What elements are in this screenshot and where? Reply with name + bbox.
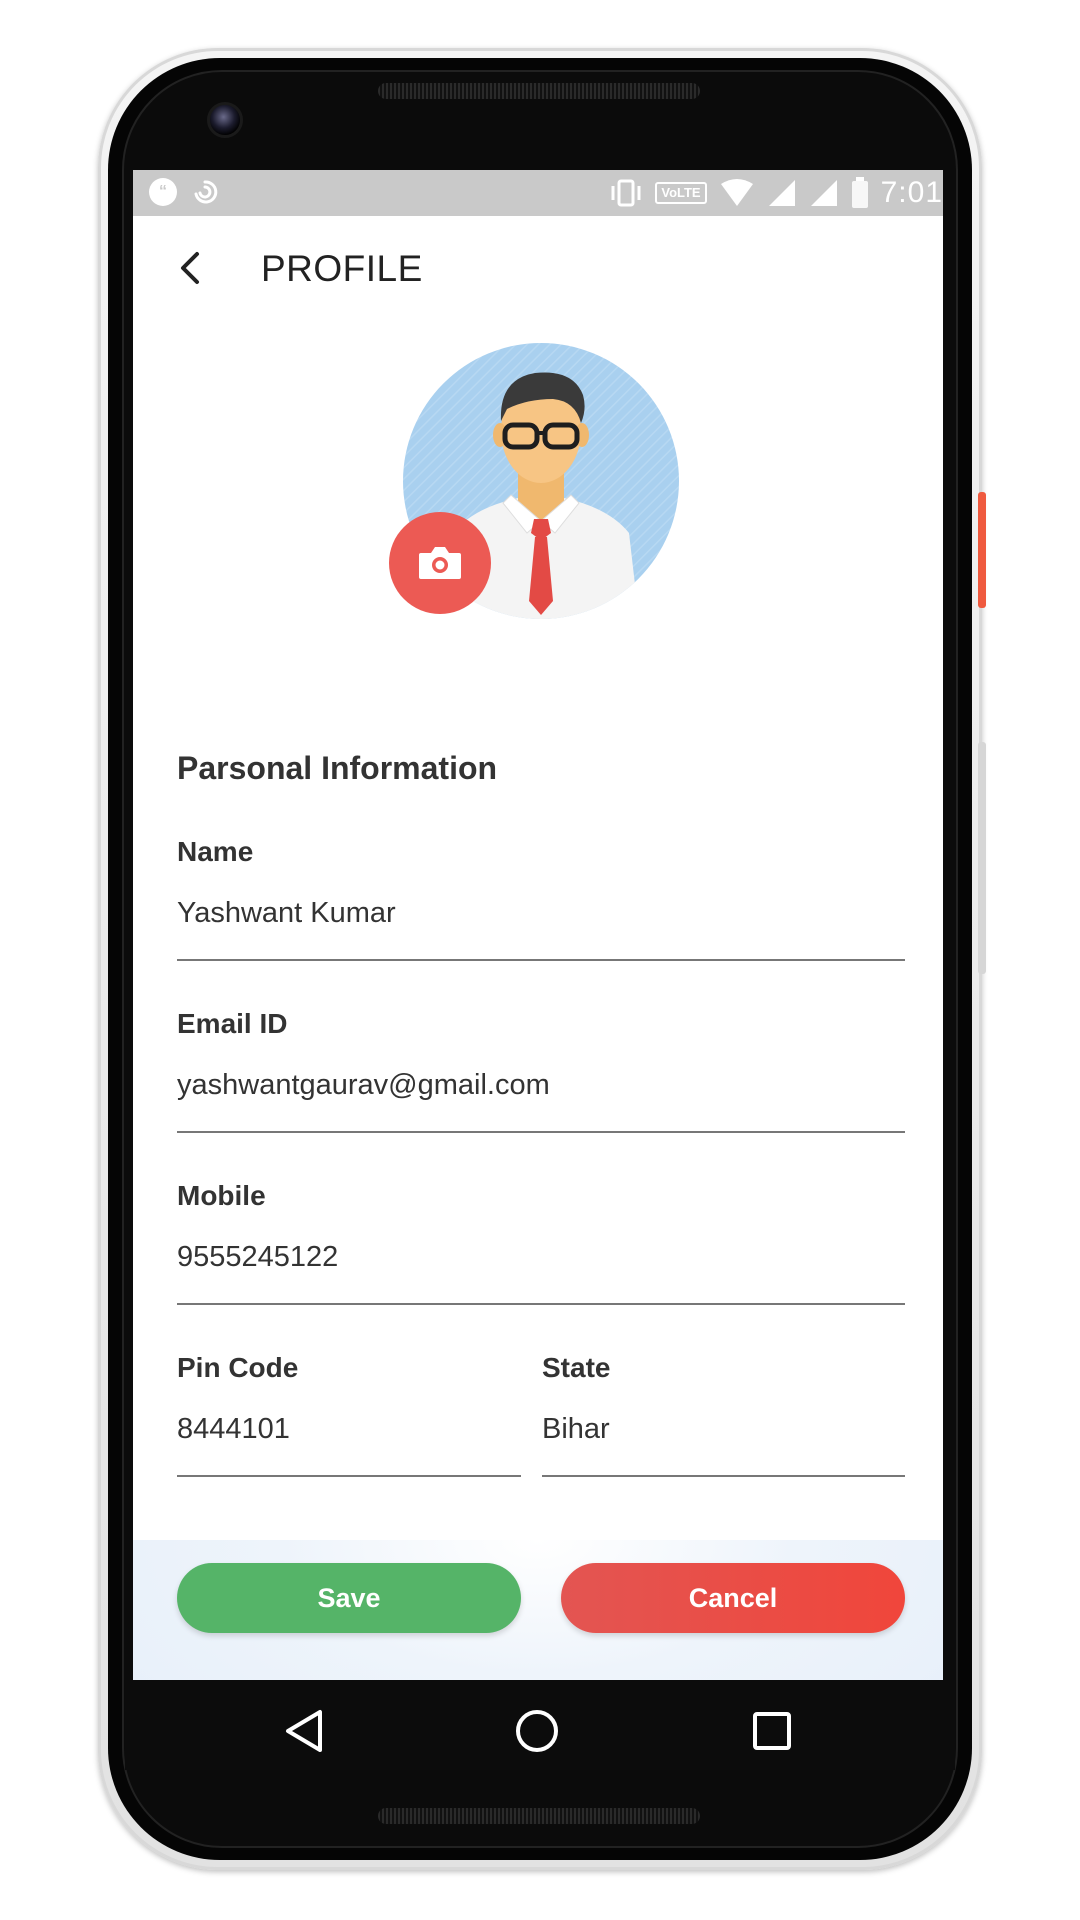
phone-mockup: “ VoLTE 7:01 PROFILE Parsonal Informatio… [0,0,1080,1920]
email-field[interactable]: yashwantgaurav@gmail.com [177,1069,550,1102]
swirl-icon [194,180,218,204]
battery-icon [851,177,868,208]
hangouts-icon: “ [149,178,177,206]
volte-icon: VoLTE [655,182,707,204]
signal-icon [810,180,837,206]
signal-icon [768,180,795,206]
name-field[interactable]: Yashwant Kumar [177,897,396,930]
mobile-field[interactable]: 9555245122 [177,1241,338,1274]
email-label: Email ID [177,1008,288,1039]
change-photo-button[interactable] [389,512,491,614]
top-speaker-grille [378,83,700,99]
back-button[interactable] [171,248,211,288]
state-field[interactable]: Bihar [542,1413,610,1446]
name-label: Name [177,836,254,867]
recents-square-icon[interactable] [751,1710,793,1752]
page-title: PROFILE [261,248,423,289]
status-clock: 7:01 [880,176,943,209]
pin-code-label: Pin Code [177,1352,299,1383]
front-camera [207,102,243,138]
bottom-speaker-grille [378,1808,700,1824]
pin-code-underline [177,1475,521,1477]
vibrate-icon [611,179,641,207]
app-screen: “ VoLTE 7:01 PROFILE Parsonal Informatio… [133,170,943,1753]
volume-button [978,742,986,974]
cancel-button[interactable]: Cancel [561,1563,905,1633]
mobile-label: Mobile [177,1180,266,1211]
wifi-icon [720,179,753,206]
camera-icon [419,547,461,579]
email-underline [177,1131,905,1133]
section-title: Parsonal Information [177,750,498,786]
name-underline [177,959,905,961]
pin-code-field[interactable]: 8444101 [177,1413,290,1446]
chevron-left-icon [181,252,199,284]
home-circle-icon[interactable] [514,1708,560,1754]
status-bar: “ VoLTE 7:01 [133,170,943,216]
state-label: State [542,1352,611,1383]
back-triangle-icon[interactable] [282,1708,326,1754]
state-underline [542,1475,905,1477]
save-button[interactable]: Save [177,1563,521,1633]
power-button [978,492,986,608]
mobile-underline [177,1303,905,1305]
